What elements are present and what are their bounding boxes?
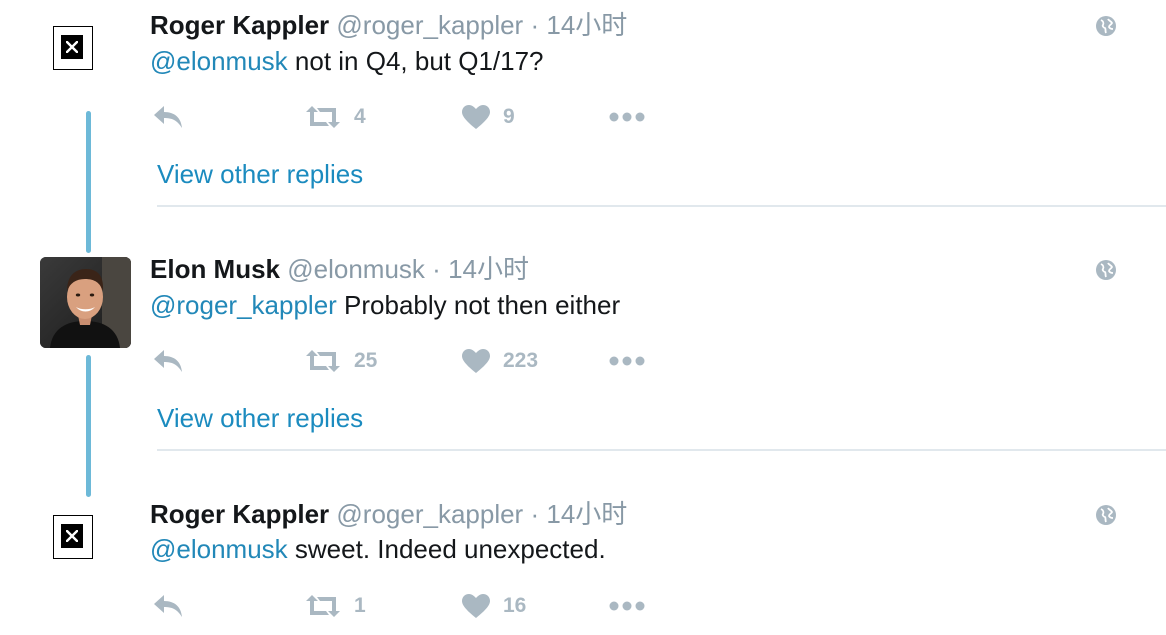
timestamp[interactable]: 14小时 [546,499,627,529]
more-button[interactable] [608,102,646,132]
tweet-actions: 1 16 [150,591,670,621]
more-icon [609,356,645,366]
tweet-body: Probably not then either [336,290,621,320]
more-icon [609,601,645,611]
like-count: 16 [503,594,527,617]
display-name[interactable]: Elon Musk [150,254,280,284]
separator: · [530,499,540,529]
user-handle[interactable]: @roger_kappler [336,10,523,40]
retweet-count: 25 [354,349,378,372]
broken-image-icon[interactable] [53,26,93,70]
tweet-text: @elonmusk sweet. Indeed unexpected. [150,534,606,564]
like-count: 9 [503,105,515,128]
retweet-count: 1 [354,594,366,617]
more-button[interactable] [608,591,646,621]
like-icon [462,105,490,129]
separator: · [432,254,441,284]
tweet-header: Elon Musk @elonmusk · 14小时 [150,254,529,284]
tweet-body: not in Q4, but Q1/17? [287,46,544,76]
tweet-header: Roger Kappler @roger_kappler · 14小时 [150,10,627,40]
view-other-replies-link[interactable]: View other replies [157,403,363,433]
user-handle[interactable]: @elonmusk [287,254,425,284]
mention-link[interactable]: @elonmusk [150,46,288,76]
retweet-count: 4 [354,105,366,128]
globe-icon [1096,260,1116,280]
tweet-header: Roger Kappler @roger_kappler · 14小时 [150,499,627,529]
thread-line [86,355,91,497]
like-button[interactable]: 9 [461,102,515,132]
display-name[interactable]: Roger Kappler [150,10,329,40]
display-name[interactable]: Roger Kappler [150,499,329,529]
user-handle[interactable]: @roger_kappler [336,499,523,529]
separator: · [530,10,540,40]
reply-icon [154,350,182,372]
view-other-replies-link[interactable]: View other replies [157,159,363,189]
broken-image-icon[interactable] [53,515,93,559]
retweet-icon [306,350,340,372]
globe-icon [1096,505,1116,525]
like-count: 223 [503,349,539,372]
timestamp[interactable]: 14小时 [448,254,529,284]
like-icon [462,594,490,618]
reply-button[interactable] [152,102,184,132]
retweet-button[interactable]: 1 [304,591,366,621]
like-icon [462,349,490,373]
divider [157,205,1166,207]
thread-line [86,111,91,253]
retweet-icon [306,106,340,128]
reply-button[interactable] [152,591,184,621]
retweet-button[interactable]: 4 [304,102,366,132]
retweet-icon [306,595,340,617]
reply-button[interactable] [152,346,184,376]
like-button[interactable]: 223 [461,346,538,376]
mention-link[interactable]: @elonmusk [150,534,288,564]
tweet-actions: 4 9 [150,102,670,132]
more-icon [609,112,645,122]
reply-icon [154,106,182,128]
retweet-button[interactable]: 25 [304,346,377,376]
tweet-body: sweet. Indeed unexpected. [287,534,606,564]
tweet-1[interactable]: Roger Kappler @roger_kappler · 14小时 @elo… [0,0,1166,207]
timestamp[interactable]: 14小时 [546,10,627,40]
mention-link[interactable]: @roger_kappler [150,290,337,320]
tweet-3[interactable]: Roger Kappler @roger_kappler · 14小时 @elo… [0,489,1166,635]
tweet-2[interactable]: Elon Musk @elonmusk · 14小时 @roger_kapple… [0,244,1166,451]
tweet-actions: 25 223 [150,346,670,376]
divider [157,449,1166,451]
like-button[interactable]: 16 [461,591,526,621]
tweet-text: @elonmusk not in Q4, but Q1/17? [150,46,544,76]
globe-icon [1096,16,1116,36]
more-button[interactable] [608,346,646,376]
tweet-text: @roger_kappler Probably not then either [150,290,620,320]
reply-icon [154,595,182,617]
avatar[interactable] [40,257,131,348]
